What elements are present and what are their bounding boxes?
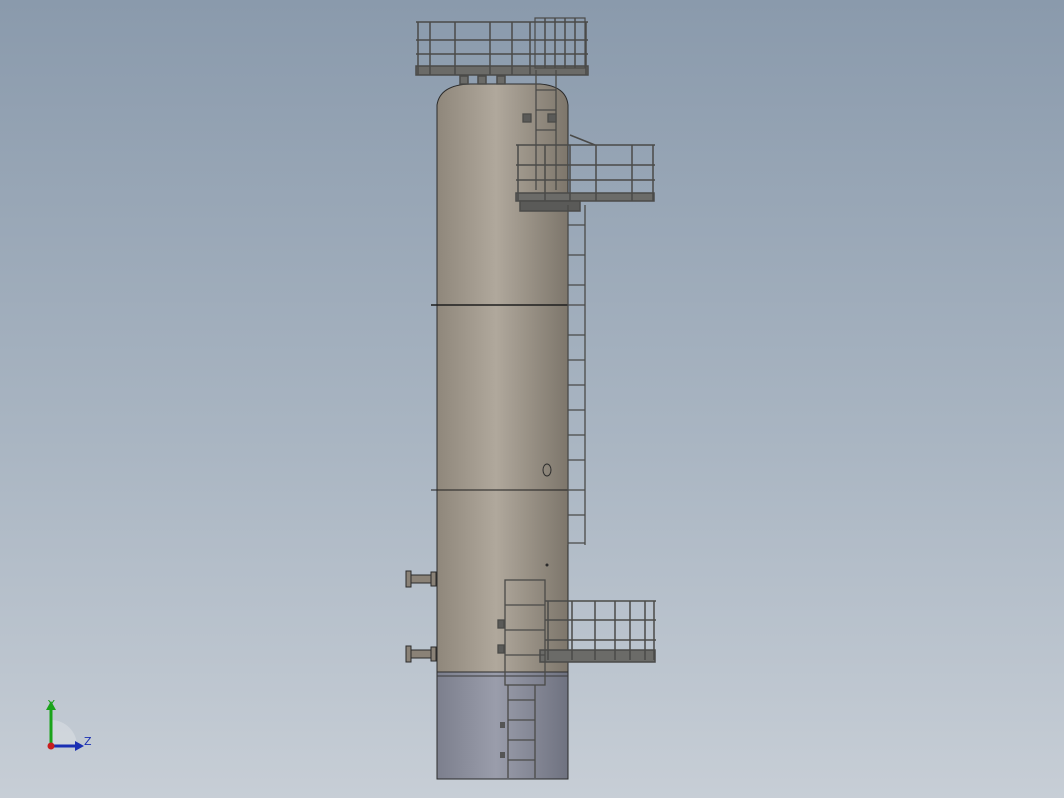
graphics-viewport[interactable]: Y Z — [0, 0, 1064, 798]
vessel-shell — [431, 83, 569, 673]
reference-triad: Y Z — [46, 698, 92, 751]
y-axis-label: Y — [47, 698, 55, 711]
nozzles — [405, 570, 438, 663]
z-axis-arrowhead — [75, 741, 84, 751]
top-platform — [415, 17, 589, 85]
triad-plane — [51, 720, 77, 746]
z-axis-label: Z — [84, 735, 92, 748]
cage-ladder — [567, 205, 586, 545]
column-model[interactable] — [0, 0, 1064, 798]
vessel-skirt — [436, 671, 569, 780]
origin-dot — [47, 742, 55, 750]
